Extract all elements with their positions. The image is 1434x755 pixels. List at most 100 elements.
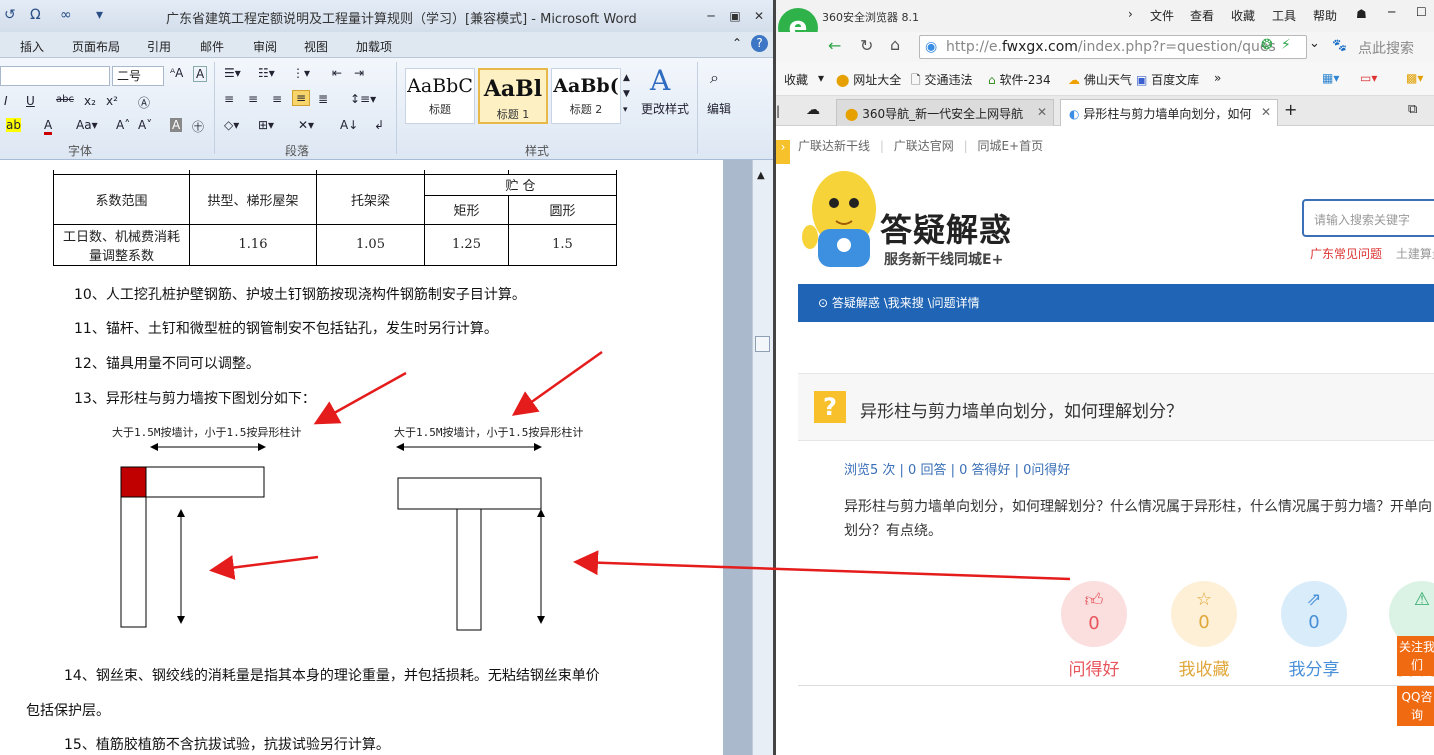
question-icon: ? <box>814 391 846 423</box>
menu-tools[interactable]: 工具 <box>1272 7 1296 24</box>
web-content: 广联达新干线 | 广联达官网 | 同城E+首页 答疑解惑 服务新干线同城E+ 请… <box>798 127 1434 755</box>
address-bar[interactable]: ◉ http://e.fwxgx.com/index.php?r=questio… <box>919 35 1307 59</box>
action-favorite[interactable]: ☆ 0 我收藏 <box>1170 581 1238 680</box>
baidu-icon: ▣ <box>1136 73 1148 87</box>
action-count: 0 <box>1198 612 1210 633</box>
tab-label: 异形柱与剪力墙单向划分，如何 <box>1083 107 1252 121</box>
location-icon: ⊙ <box>818 296 829 310</box>
action-label: 问得好 <box>1068 660 1120 680</box>
fav-dropdown-icon[interactable]: ▾ <box>818 71 824 85</box>
separator: | <box>963 139 968 153</box>
action-count: 0 <box>1088 613 1100 634</box>
share-icon: ⇗ <box>1306 589 1322 610</box>
security-icon[interactable]: ❂ <box>1261 37 1273 53</box>
site-search-input[interactable]: 请输入搜索关键字 <box>1302 199 1434 237</box>
browser-window: e 360安全浏览器 8.1 › 文件 查看 收藏 工具 帮助 ☗ ─ ☐ ← … <box>773 0 1434 755</box>
refresh-icon[interactable]: ↻ <box>860 36 873 55</box>
action-label: 我分享 <box>1288 660 1340 680</box>
fav-collect[interactable]: 收藏 <box>784 71 808 88</box>
word-window: ↺ Ω ∞ ▾ 广东省建筑工程定额说明及工程量计算规则（学习）[兼容模式] - … <box>0 0 773 755</box>
skin-icon[interactable]: ☗ <box>1356 7 1367 21</box>
qq-consult-button[interactable]: QQ咨询 <box>1397 686 1434 726</box>
tab-question[interactable]: ◐ 异形柱与剪力墙单向划分，如何 ✕ <box>1060 99 1278 126</box>
menu-favorites[interactable]: 收藏 <box>1231 7 1255 24</box>
question-title: 异形柱与剪力墙单向划分，如何理解划分？ <box>860 402 1183 422</box>
menu-view[interactable]: 查看 <box>1190 7 1214 24</box>
cloud-icon[interactable]: ☁ <box>806 102 820 118</box>
fav-label: 百度文库 <box>1151 73 1200 87</box>
tab-favicon-icon: ◐ <box>1069 107 1080 121</box>
fav-traffic[interactable]: 🗋 交通违法 <box>911 71 973 92</box>
fav-label: 佛山天气 <box>1083 73 1132 87</box>
breadcrumb-text[interactable]: 答疑解惑 \我来搜 \问题详情 <box>832 296 980 310</box>
thumbs-up-icon: 👍︎ <box>1084 590 1104 611</box>
separator: | <box>879 139 884 153</box>
nav-icon: ⬤ <box>836 73 850 87</box>
apps-icon[interactable]: ▦▾ <box>1322 71 1339 85</box>
wall-column-diagram <box>120 443 545 631</box>
quick-link-civil[interactable]: 土建算量 <box>1396 247 1434 261</box>
action-label: 我收藏 <box>1178 660 1230 680</box>
browser-toolbar: ← ↻ ⌂ ◉ http://e.fwxgx.com/index.php?r=q… <box>776 32 1434 62</box>
quick-links: 广东常见问题 土建算量 <box>1310 245 1434 262</box>
sidebar-toggle-icon[interactable]: | <box>776 104 780 118</box>
question-stats: 浏览5 次 | 0 回答 | 0 答得好 | 0问得好 <box>844 463 1071 478</box>
tab-favicon-icon: ⬤ <box>845 107 859 121</box>
fav-software[interactable]: ⌂ 软件-234 <box>988 71 1051 88</box>
tab-label: 360导航_新一代安全上网导航 <box>862 107 1024 121</box>
weather-icon: ☁ <box>1068 73 1080 87</box>
menu-chevron-icon[interactable]: › <box>1128 7 1133 21</box>
address-domain: fwxgx.com <box>1001 39 1078 55</box>
star-icon: ☆ <box>1195 589 1213 610</box>
menu-file[interactable]: 文件 <box>1150 7 1174 24</box>
side-collapse-icon[interactable]: › <box>776 140 790 164</box>
link-glodon-newline[interactable]: 广联达新干线 <box>798 139 870 153</box>
back-icon[interactable]: ← <box>828 36 841 55</box>
brand-subtitle: 服务新干线同城E+ <box>884 252 1004 268</box>
question-body: 异形柱与剪力墙单向划分，如何理解划分？什么情况属于异形柱，什么情况属于剪力墙？开… <box>844 499 1432 539</box>
divider <box>798 685 1434 686</box>
favorites-bar: 收藏 ▾ ⬤ 网址大全 🗋 交通违法 ⌂ 软件-234 ☁ 佛山天气 ▣ 百度文… <box>776 62 1434 96</box>
question-header: ? 异形柱与剪力墙单向划分，如何理解划分？ <box>798 373 1434 441</box>
browser-tabbar: | ☁ ⬤ 360导航_新一代安全上网导航 ✕ ◐ 异形柱与剪力墙单向划分，如何… <box>776 96 1434 126</box>
ad-block-icon[interactable]: ▭▾ <box>1360 71 1377 85</box>
close-tab-icon[interactable]: ✕ <box>1261 105 1271 119</box>
fav-baidu-wenku[interactable]: ▣ 百度文库 <box>1136 71 1199 88</box>
fav-weather[interactable]: ☁ 佛山天气 <box>1068 71 1132 88</box>
action-count: 0 <box>1308 612 1320 633</box>
minimize-button[interactable]: ─ <box>1388 5 1395 19</box>
globe-icon: ◉ <box>925 39 938 55</box>
tab-360-nav[interactable]: ⬤ 360导航_新一代安全上网导航 ✕ <box>836 99 1054 126</box>
action-good-question[interactable]: 👍︎ 0 问得好 <box>1060 581 1128 680</box>
fav-label: 软件-234 <box>999 73 1051 87</box>
menu-help[interactable]: 帮助 <box>1313 7 1337 24</box>
more-favorites-icon[interactable]: » <box>1214 71 1221 85</box>
address-rest: /index.php?r=question/ques <box>1077 39 1276 55</box>
maximize-button[interactable]: ☐ <box>1416 5 1427 19</box>
search-box[interactable]: 点此搜索 <box>1358 38 1414 58</box>
close-tab-icon[interactable]: ✕ <box>1037 105 1047 119</box>
action-share[interactable]: ⇗ 0 我分享 <box>1280 581 1348 680</box>
new-tab-icon[interactable]: + <box>1284 100 1297 119</box>
quick-link-gd[interactable]: 广东常见问题 <box>1310 247 1382 261</box>
browser-titlebar: e 360安全浏览器 8.1 › 文件 查看 收藏 工具 帮助 ☗ ─ ☐ <box>776 0 1434 48</box>
address-prefix: http://e. <box>946 39 1002 55</box>
restore-tabs-icon[interactable]: ⧉ <box>1408 102 1417 117</box>
extension-icon[interactable]: ▩▾ <box>1406 71 1423 85</box>
baidu-icon: 🐾 <box>1332 38 1347 52</box>
link-city-home[interactable]: 同城E+首页 <box>977 139 1043 153</box>
fav-label: 交通违法 <box>924 73 973 87</box>
top-links: 广联达新干线 | 广联达官网 | 同城E+首页 <box>798 137 1043 154</box>
fav-label: 网址大全 <box>853 73 902 87</box>
home-icon[interactable]: ⌂ <box>890 35 900 54</box>
browser-app-title: 360安全浏览器 8.1 <box>822 11 919 24</box>
mascot-logo[interactable] <box>798 167 890 275</box>
link-glodon-official[interactable]: 广联达官网 <box>894 139 954 153</box>
fav-nav[interactable]: ⬤ 网址大全 <box>836 71 901 88</box>
breadcrumb: ⊙ 答疑解惑 \我来搜 \问题详情 <box>798 284 1434 322</box>
warning-icon: ⚠ <box>1413 589 1431 610</box>
address-dropdown-icon[interactable]: ⌄ <box>1309 36 1320 51</box>
brand-title: 答疑解惑 <box>880 211 1013 249</box>
follow-us-button[interactable]: 关注我们 <box>1397 636 1434 676</box>
speed-icon[interactable]: ⚡ <box>1281 37 1291 53</box>
